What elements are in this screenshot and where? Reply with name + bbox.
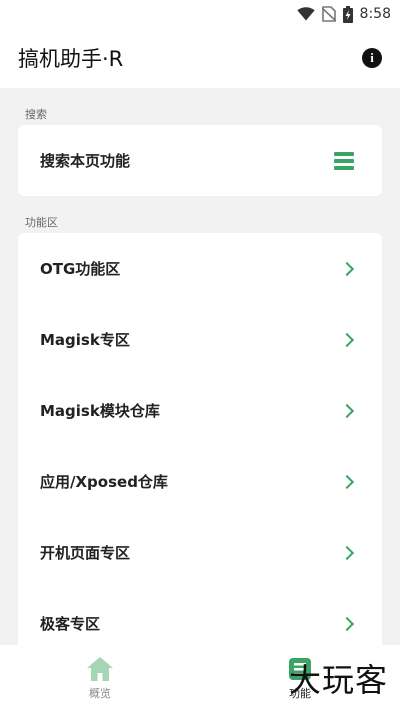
feature-item-label: 应用/Xposed仓库 [40,473,168,491]
info-icon[interactable]: i [362,48,382,68]
chevron-right-icon [339,474,355,489]
chevron-right-icon [339,616,355,631]
chevron-right-icon [339,332,355,347]
no-sim-icon [321,6,336,22]
watermark-logo: 大玩客 [288,661,388,699]
app-title: 搞机助手·R [18,47,124,71]
feature-item-magisk-modules[interactable]: Magisk模块仓库 [18,375,382,446]
feature-item-xposed[interactable]: 应用/Xposed仓库 [18,446,382,517]
nav-overview-label: 概览 [89,686,111,700]
search-feature-label: 搜索本页功能 [40,152,131,170]
feature-item-boot-page[interactable]: 开机页面专区 [18,517,382,588]
feature-item-label: 开机页面专区 [40,544,131,562]
status-bar: 8:58 [0,0,400,28]
app-bar: 搞机助手·R i [0,28,400,88]
nav-overview[interactable]: 概览 [0,645,200,711]
chevron-right-icon [339,261,355,276]
main-content: 搜索 搜索本页功能 功能区 OTG功能区 Magisk专区 Magisk模块仓库… [0,88,400,659]
menu-icon [334,151,354,170]
feature-item-label: OTG功能区 [40,260,121,278]
feature-item-magisk[interactable]: Magisk专区 [18,304,382,375]
wifi-icon [296,7,315,21]
features-section-label: 功能区 [25,216,58,229]
home-icon [87,656,113,681]
feature-item-label: 极客专区 [40,615,101,633]
features-list: OTG功能区 Magisk专区 Magisk模块仓库 应用/Xposed仓库 开… [18,233,382,659]
feature-item-otg[interactable]: OTG功能区 [18,233,382,304]
battery-charging-icon [342,5,353,23]
chevron-right-icon [339,545,355,560]
chevron-right-icon [339,403,355,418]
feature-item-label: Magisk专区 [40,331,130,349]
status-time: 8:58 [359,6,391,22]
feature-item-label: Magisk模块仓库 [40,402,160,420]
search-section-label: 搜索 [25,108,47,121]
search-feature-button[interactable]: 搜索本页功能 [18,125,382,196]
